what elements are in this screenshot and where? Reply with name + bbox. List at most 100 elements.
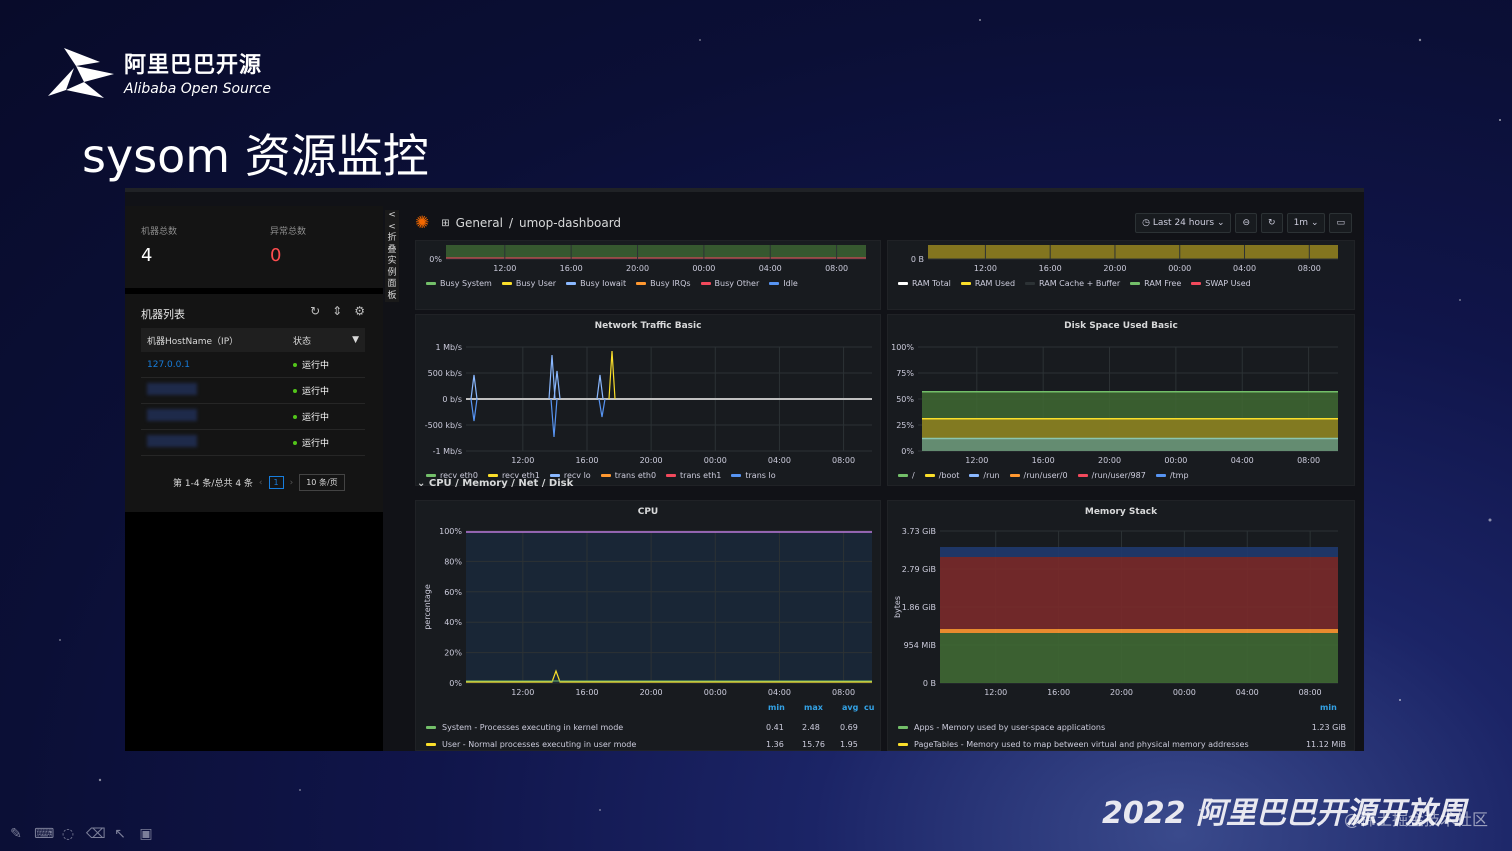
pointer-icon[interactable]: ↖ (112, 826, 128, 842)
logo-cn-text: 阿里巴巴开源 (124, 53, 263, 78)
refresh-button[interactable]: ↻ (1261, 213, 1283, 233)
column-height-icon[interactable]: ⇕ (332, 304, 342, 318)
next-page-icon[interactable]: › (290, 478, 294, 488)
legend-item[interactable]: RAM Total (898, 279, 951, 288)
legend-item[interactable]: trans eth1 (666, 471, 721, 480)
collapse-label: <<折叠实例面板 (387, 210, 397, 301)
alibaba-logo-icon (48, 48, 114, 98)
crumb-dashboard[interactable]: umop-dashboard (519, 216, 621, 230)
legend-label: Busy System (440, 279, 492, 288)
legend-item[interactable]: /boot (924, 471, 960, 480)
table-row[interactable]: 运行中 (141, 404, 365, 430)
crumb-folder[interactable]: General (456, 216, 503, 230)
x-tick-label: 20:00 (640, 688, 663, 697)
x-tick-label: 00:00 (1168, 264, 1191, 273)
dashboard-grid-icon: ⊞ (441, 217, 450, 229)
traffic-spike (598, 398, 606, 418)
x-tick-label: 04:00 (768, 688, 791, 697)
legend-column-header[interactable]: min (768, 703, 785, 712)
pen-icon[interactable]: ✎ (8, 826, 24, 842)
legend-label: Busy Iowait (580, 279, 627, 288)
legend-label: trans eth0 (614, 471, 657, 480)
legend-value: 1.36 (766, 740, 784, 749)
refresh-interval-picker[interactable]: 1m ⌄ (1286, 213, 1326, 233)
legend-label: /boot (938, 471, 960, 480)
legend-item[interactable]: trans eth0 (600, 471, 657, 480)
legend-item[interactable]: /run/user/987 (1077, 471, 1146, 480)
y-tick-label: 25% (896, 421, 914, 430)
zoom-out-button[interactable]: ⊖ (1235, 213, 1258, 233)
legend-item[interactable]: RAM Cache + Buffer (1025, 279, 1120, 288)
legend-item[interactable]: Busy IRQs (636, 279, 691, 288)
legend-item[interactable]: Apps - Memory used by user-space applica… (898, 719, 1105, 736)
dashboard-row-header[interactable]: ⌄ CPU / Memory / Net / Disk (417, 478, 573, 489)
bubble-icon[interactable]: ◌ (60, 826, 76, 842)
legend-column-header[interactable]: avg (842, 703, 858, 712)
prev-page-icon[interactable]: ‹ (259, 478, 263, 488)
table-row[interactable]: 127.0.0.1 运行中 (141, 352, 365, 378)
legend-column-header[interactable]: min (1320, 703, 1337, 712)
x-tick-label: 12:00 (965, 456, 988, 465)
x-tick-label: 16:00 (560, 264, 583, 273)
legend-item[interactable]: Busy Iowait (566, 279, 626, 288)
y-tick-label: -1 Mb/s (433, 447, 462, 456)
page-1-button[interactable]: 1 (268, 476, 284, 489)
gear-icon[interactable]: ⚙ (354, 304, 365, 318)
chart-legend: Busy System Busy User Busy Iowait Busy IRQs… (426, 279, 798, 288)
y-tick-label: 954 MiB (904, 641, 936, 650)
status-dot-icon (293, 440, 297, 445)
host-link[interactable]: 127.0.0.1 (141, 360, 293, 370)
keyboard-icon[interactable]: ⌨ (34, 826, 54, 842)
reload-icon[interactable]: ↻ (310, 304, 320, 318)
x-tick-label: 16:00 (575, 456, 598, 465)
legend-item[interactable]: /run/user/0 (1009, 471, 1068, 480)
legend-item[interactable]: / (898, 471, 915, 480)
legend-item[interactable]: trans lo (731, 471, 776, 480)
x-tick-label: 16:00 (1047, 688, 1070, 697)
legend-column-header[interactable]: cu (864, 703, 874, 712)
idle-area (446, 245, 866, 259)
legend-item[interactable]: Busy System (426, 279, 492, 288)
x-tick-label: 20:00 (626, 264, 649, 273)
legend-item[interactable]: Busy Other (700, 279, 759, 288)
legend-item[interactable]: Idle (769, 279, 798, 288)
camera-icon[interactable]: ▣ (138, 826, 154, 842)
y-tick-label: 1 Mb/s (436, 343, 462, 352)
legend-item[interactable]: RAM Used (960, 279, 1015, 288)
legend-swatch (924, 474, 935, 477)
traffic-spike (470, 374, 478, 400)
clock-icon: ◷ (1142, 218, 1153, 228)
legend-value: 1.23 GiB (1311, 723, 1346, 732)
legend-swatch (1077, 474, 1088, 477)
legend-column-header[interactable]: max (804, 703, 823, 712)
eraser-icon[interactable]: ⌫ (86, 826, 106, 842)
legend-item[interactable]: SWAP Used (1191, 279, 1251, 288)
legend-item[interactable]: PageTables - Memory used to map between … (898, 736, 1249, 751)
legend-item[interactable]: Busy User (501, 279, 556, 288)
table-row[interactable]: 运行中 (141, 378, 365, 404)
x-tick-label: 04:00 (1231, 456, 1254, 465)
legend-label: SWAP Used (1205, 279, 1251, 288)
legend-item[interactable]: /run (969, 471, 1000, 480)
time-range-picker[interactable]: ◷ Last 24 hours ⌄ (1135, 213, 1232, 233)
legend-item[interactable]: User - Normal processes executing in use… (426, 736, 636, 751)
y-tick-label: 0 B (911, 255, 924, 264)
dashboard-screenshot: 机器总数 4 异常总数 0 机器列表 ↻ ⇕ ⚙ 机器HostName（IP） … (125, 188, 1364, 751)
table-row[interactable]: 运行中 (141, 430, 365, 456)
grafana-logo-icon[interactable]: ✺ (415, 213, 429, 233)
x-tick-label: 16:00 (1032, 456, 1055, 465)
y-tick-label: 60% (444, 588, 462, 597)
time-range-label: Last 24 hours (1152, 218, 1215, 228)
tv-mode-button[interactable]: ▭ (1329, 213, 1352, 233)
collapse-panel-toggle[interactable]: <<折叠实例面板 (385, 210, 399, 302)
x-tick-label: 20:00 (1103, 264, 1126, 273)
x-tick-label: 00:00 (692, 264, 715, 273)
legend-item[interactable]: RAM Free (1130, 279, 1181, 288)
x-tick-label: 20:00 (1098, 456, 1121, 465)
legend-item[interactable]: System - Processes executing in kernel m… (426, 719, 623, 736)
page-size-select[interactable]: 10 条/页 (299, 474, 345, 491)
chart-legend: / /boot/run/run/user/0/run/user/987/tmp (898, 471, 1189, 480)
legend-label: trans eth1 (680, 471, 722, 480)
filter-icon[interactable]: ▼ (352, 335, 359, 345)
legend-item[interactable]: /tmp (1155, 471, 1189, 480)
